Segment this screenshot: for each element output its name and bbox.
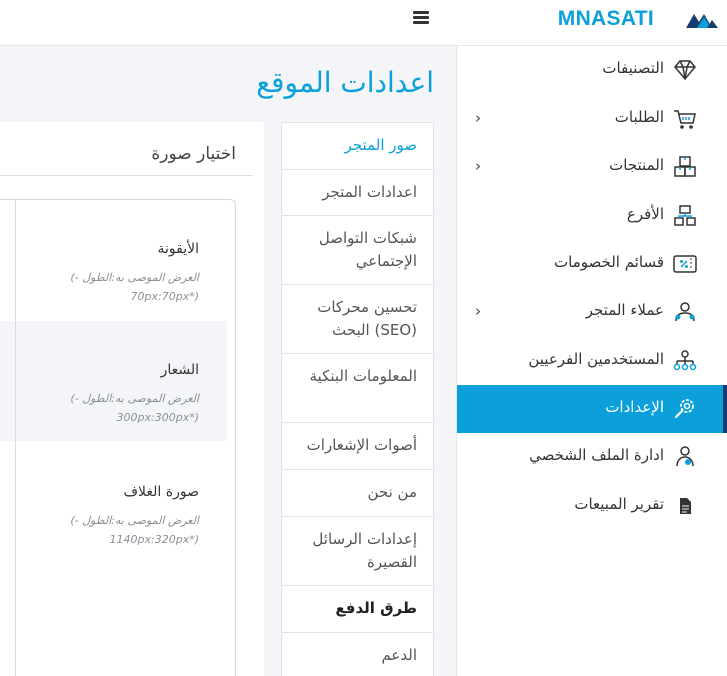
sidebar-item-orders[interactable]: › الطلبات [457,95,727,143]
tab-label: صور المتجر [344,136,417,154]
tab-label: شبكات التواصل الإجتماعي [318,229,417,270]
hamburger-icon[interactable] [413,11,429,25]
sidebar-item-customers[interactable]: › عملاء المتجر [457,288,727,336]
image-preview-divider [15,200,16,676]
sidebar: التصنيفات › الطلبات › المنتجات الأفرع قس… [456,46,727,676]
tab-notification-sounds[interactable]: أصوات الإشعارات [282,423,433,470]
image-list-card: الأيقونة (العرض الموصى به:الطول - 70px:7… [0,199,236,676]
report-icon [680,498,691,514]
sidebar-item-profile[interactable]: ادارة الملف الشخصي [457,433,727,481]
image-row-cover[interactable]: صورة الغلاف (العرض الموصى به:الطول - 114… [0,443,227,563]
tab-bank-info[interactable]: المعلومات البنكية [282,354,433,423]
tab-store-images[interactable]: صور المتجر [282,123,433,170]
tab-payment-methods[interactable]: طرق الدفع [282,586,433,633]
tab-label: إعدادات الرسائل القصيرة [312,530,417,571]
row-label: الأيقونة [157,241,200,257]
sidebar-item-settings[interactable]: الإعدادات [457,385,727,433]
branches-icon [674,205,696,226]
sidebar-item-label: التصنيفات [602,59,664,77]
row-hint: (العرض الموصى به:الطول - 70px:70px*) [70,271,199,303]
row-hint: (العرض الموصى به:الطول - 300px:300px*) [70,392,199,424]
tab-store-settings[interactable]: اعدادات المتجر [282,170,433,216]
sidebar-item-coupons[interactable]: قسائم الخصومات [457,240,727,288]
page-title: اعدادات الموقع [256,66,434,99]
customers-icon [675,302,695,322]
sidebar-item-label: عملاء المتجر [585,301,664,319]
sidebar-item-categories[interactable]: التصنيفات [457,46,727,94]
row-label: صورة الغلاف [123,484,199,500]
settings-tabs: صور المتجر اعدادات المتجر شبكات التواصل … [281,122,434,676]
tab-label: أصوات الإشعارات [306,436,417,454]
tab-label: المعلومات البنكية [309,367,418,385]
tab-label: من نحن [367,483,418,501]
sidebar-item-label: قسائم الخصومات [554,253,664,271]
row-label: الشعار [160,362,199,378]
sidebar-item-branches[interactable]: الأفرع [457,192,727,240]
content-title: اختيار صورة [151,144,236,164]
sidebar-item-label: المنتجات [609,156,664,174]
mnasati-logo-icon[interactable] [685,10,719,30]
sidebar-item-label: ادارة الملف الشخصي [529,446,664,464]
sidebar-item-label: المستخدمين الفرعيين [528,350,664,368]
boxes-icon [674,156,696,177]
diamond-icon [674,60,696,81]
settings-gear-icon [674,399,694,419]
image-settings-card: اختيار صورة الأيقونة (العرض الموصى به:ال… [0,122,264,676]
cart-icon [674,110,696,129]
chevron-right-icon: › [475,302,481,320]
tab-label: طرق الدفع [335,599,417,617]
top-header: MNASATI [0,0,727,46]
profile-icon [676,446,694,467]
image-row-icon[interactable]: الأيقونة (العرض الموصى به:الطول - 70px:7… [0,200,227,320]
active-indicator [723,385,727,433]
tab-sms-settings[interactable]: إعدادات الرسائل القصيرة [282,517,433,586]
tab-label: الدعم [381,646,417,664]
sidebar-item-label: الأفرع [626,205,664,223]
divider [0,175,253,176]
sidebar-item-label: الطلبات [614,108,664,126]
sidebar-item-sales-report[interactable]: تقرير المبيعات [457,482,727,530]
coupon-icon [673,255,697,273]
tab-support[interactable]: الدعم [282,633,433,676]
sidebar-item-products[interactable]: › المنتجات [457,143,727,191]
chevron-right-icon: › [475,157,481,175]
tab-label: اعدادات المتجر [322,183,417,201]
sidebar-item-label: تقرير المبيعات [574,495,664,513]
tab-label: تحسين محركات البحث (SEO) [317,298,417,339]
tab-seo[interactable]: تحسين محركات البحث (SEO) [282,285,433,354]
row-hint: (العرض الموصى به:الطول - 1140px:320px*) [70,514,199,546]
sub-users-icon [673,350,697,371]
sidebar-item-label: الإعدادات [605,398,664,416]
sidebar-item-sub-users[interactable]: المستخدمين الفرعيين [457,337,727,385]
chevron-right-icon: › [475,109,481,127]
image-row-logo[interactable]: الشعار (العرض الموصى به:الطول - 300px:30… [0,321,227,441]
tab-about-us[interactable]: من نحن [282,470,433,517]
brand-name[interactable]: MNASATI [558,7,654,31]
tab-social-networks[interactable]: شبكات التواصل الإجتماعي [282,216,433,285]
